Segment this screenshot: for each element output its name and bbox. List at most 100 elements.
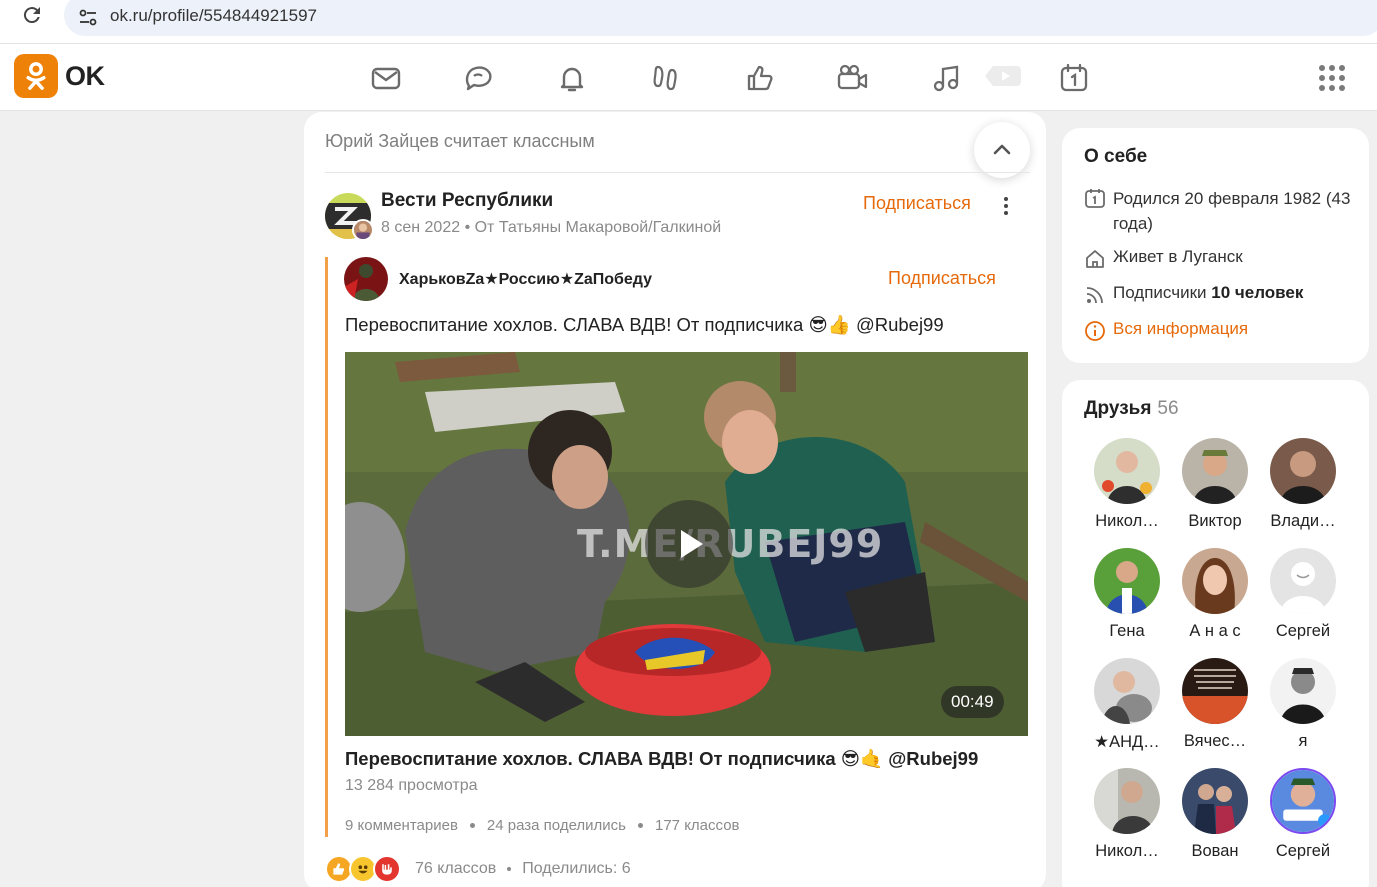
video-views: 13 284 просмотра — [345, 777, 478, 794]
logo-text: OK — [65, 60, 105, 91]
calendar-icon — [1085, 189, 1105, 208]
video-icon[interactable] — [837, 62, 869, 94]
birthday-row: Родился 20 февраля 1982 (43 года) — [1084, 186, 1364, 236]
play-button[interactable] — [645, 500, 733, 588]
friend-name[interactable]: Вячес… — [1171, 732, 1259, 751]
friend-name[interactable]: А н а с — [1171, 622, 1259, 641]
reactions-shared[interactable]: Поделились: 6 — [522, 860, 630, 878]
more-options-icon[interactable] — [997, 194, 1015, 218]
friend-card[interactable]: Влади… — [1259, 438, 1347, 531]
friend-card[interactable]: Вован — [1171, 768, 1259, 861]
friend-avatar[interactable] — [1094, 548, 1160, 614]
friend-name[interactable]: Виктор — [1171, 512, 1259, 531]
repost-stats: 9 комментариев 24 раза поделились 177 кл… — [345, 817, 740, 834]
friend-card[interactable]: Виктор — [1171, 438, 1259, 531]
friend-card[interactable]: А н а с — [1171, 548, 1259, 641]
friend-name[interactable]: Сергей — [1259, 842, 1347, 861]
ok-logo[interactable]: OK — [14, 54, 105, 98]
notifications-icon[interactable] — [556, 62, 588, 94]
birthday-text: Родился 20 февраля 1982 (43 года) — [1113, 189, 1351, 233]
ok-logo-icon — [14, 54, 58, 98]
friend-avatar[interactable] — [1094, 768, 1160, 834]
friend-name[interactable]: ★АНД… — [1083, 732, 1171, 752]
friend-card[interactable]: я — [1259, 658, 1347, 751]
friend-card[interactable]: Сергей — [1259, 768, 1347, 861]
apps-grid-icon[interactable] — [1318, 64, 1346, 92]
friend-name[interactable]: Никол… — [1083, 512, 1171, 531]
friend-name[interactable]: Вован — [1171, 842, 1259, 861]
reposted-content: ХарьковZa★Россию★ZaПобеду Подписаться Пе… — [325, 257, 1031, 837]
about-title: О себе — [1084, 146, 1148, 167]
chevron-up-icon — [993, 144, 1011, 155]
guests-icon[interactable] — [650, 62, 682, 94]
friends-panel: Друзья 56 Никол… Виктор Влади… Гена А н а… — [1062, 380, 1369, 887]
repost-subscribe-button[interactable]: Подписаться — [888, 268, 996, 289]
friends-title-label: Друзья — [1084, 398, 1152, 419]
separator-dot — [638, 823, 643, 828]
play-icon — [681, 530, 703, 558]
friend-name[interactable]: Влади… — [1259, 512, 1347, 531]
home-icon — [1086, 250, 1104, 268]
site-settings-icon[interactable] — [78, 8, 98, 28]
address-bar[interactable]: ok.ru/profile/554844921597 — [64, 0, 1377, 36]
friend-card[interactable]: Никол… — [1083, 438, 1171, 531]
events-icon[interactable] — [1058, 62, 1090, 94]
scroll-up-button[interactable] — [974, 122, 1030, 178]
shares-count[interactable]: 24 раза поделились — [487, 817, 626, 834]
friend-avatar[interactable] — [1182, 768, 1248, 834]
friend-card[interactable]: Вячес… — [1171, 658, 1259, 751]
likes-icon[interactable] — [744, 62, 776, 94]
location-text: Живет в Луганск — [1113, 247, 1243, 266]
friend-avatar[interactable] — [1182, 658, 1248, 724]
video-player[interactable]: T.ME/RUBEJ99 00:49 — [345, 352, 1028, 736]
friends-title[interactable]: Друзья 56 — [1084, 398, 1179, 420]
info-icon — [1085, 321, 1105, 341]
followers-count: 10 человек — [1211, 283, 1304, 302]
friend-avatar[interactable] — [1182, 438, 1248, 504]
all-info-text[interactable]: Вся информация — [1113, 319, 1248, 342]
friend-avatar[interactable] — [1094, 658, 1160, 724]
reactions-likes[interactable]: 76 классов — [415, 860, 496, 878]
separator-dot — [507, 867, 512, 871]
comments-count[interactable]: 9 комментариев — [345, 817, 458, 834]
repost-author-name[interactable]: ХарьковZa★Россию★ZaПобеду — [399, 269, 652, 289]
feed-post-card: Юрий Зайцев считает классным Вести Респу… — [304, 112, 1046, 887]
discussions-icon[interactable] — [463, 62, 495, 94]
liked-by-line[interactable]: Юрий Зайцев считает классным — [325, 131, 595, 152]
friend-avatar[interactable] — [1270, 768, 1336, 834]
divider — [325, 172, 1030, 173]
reload-icon[interactable] — [20, 3, 44, 27]
rss-icon — [1086, 287, 1103, 304]
friend-avatar[interactable] — [1094, 438, 1160, 504]
reactions-summary: 76 классов Поделились: 6 — [415, 860, 631, 878]
url-text[interactable]: ok.ru/profile/554844921597 — [110, 6, 317, 26]
friend-name[interactable]: Никол… — [1083, 842, 1171, 861]
friend-card[interactable]: Сергей — [1259, 548, 1347, 641]
friend-card[interactable]: ★АНД… — [1083, 658, 1171, 752]
messages-icon[interactable] — [370, 62, 402, 94]
video-title[interactable]: Перевоспитание хохлов. СЛАВА ВДВ! От под… — [345, 748, 978, 770]
author-avatar[interactable] — [352, 219, 374, 241]
friend-card[interactable]: Никол… — [1083, 768, 1171, 861]
video-showcase-icon[interactable] — [985, 60, 1021, 92]
friend-name[interactable]: Гена — [1083, 622, 1171, 641]
top-navigation: OK — [0, 44, 1377, 111]
all-info-link[interactable]: Вся информация — [1084, 319, 1364, 342]
reactions-bar: 76 классов Поделились: 6 — [325, 855, 631, 883]
repost-author-avatar[interactable] — [344, 257, 388, 301]
followers-row[interactable]: Подписчики 10 человек — [1084, 283, 1364, 306]
friend-avatar[interactable] — [1270, 548, 1336, 614]
super-reaction-icon[interactable] — [373, 855, 401, 883]
subscribe-button[interactable]: Подписаться — [863, 193, 971, 214]
likes-count[interactable]: 177 классов — [655, 817, 740, 834]
friend-name[interactable]: Сергей — [1259, 622, 1347, 641]
friend-avatar[interactable] — [1270, 438, 1336, 504]
friend-avatar[interactable] — [1182, 548, 1248, 614]
about-panel: О себе Родился 20 февраля 1982 (43 года)… — [1062, 128, 1369, 363]
friend-avatar[interactable] — [1270, 658, 1336, 724]
friend-name[interactable]: я — [1259, 732, 1347, 751]
music-icon[interactable] — [930, 62, 962, 94]
group-name[interactable]: Вести Республики — [381, 190, 553, 212]
friend-card[interactable]: Гена — [1083, 548, 1171, 641]
location-row: Живет в Луганск — [1084, 247, 1364, 270]
